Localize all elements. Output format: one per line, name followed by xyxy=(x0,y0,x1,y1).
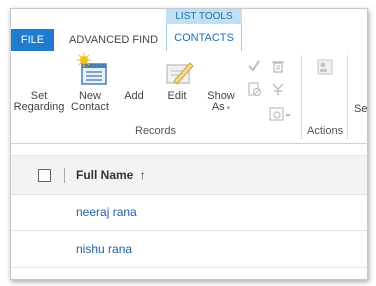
new-contact-button[interactable]: New Contact xyxy=(67,51,113,123)
partial-button-label[interactable]: Se xyxy=(354,103,367,115)
sort-ascending-icon: ↑ xyxy=(139,168,146,182)
set-regarding-label-line2: Regarding xyxy=(13,101,65,113)
contact-link[interactable]: neeraj rana xyxy=(76,205,137,219)
check-icon[interactable] xyxy=(247,59,261,78)
tab-file[interactable]: FILE xyxy=(11,29,54,51)
new-contact-icon xyxy=(75,51,107,91)
ribbon-commands: Set Regarding New Contact Add Edit Show … xyxy=(11,51,367,144)
ribbon-tab-bar: FILE ADVANCED FIND LIST TOOLS CONTACTS xyxy=(11,9,367,52)
show-as-button[interactable]: Show As ▾ xyxy=(203,51,239,123)
tab-contacts[interactable]: CONTACTS xyxy=(166,24,242,52)
add-label: Add xyxy=(124,90,144,102)
group-separator xyxy=(301,55,302,139)
edit-button[interactable]: Edit xyxy=(159,51,195,123)
column-divider xyxy=(64,168,65,183)
delete-icon[interactable] xyxy=(271,59,285,78)
tab-advanced-find[interactable]: ADVANCED FIND xyxy=(63,29,164,51)
quick-view-icon[interactable] xyxy=(269,107,291,128)
actions-group-label: Actions xyxy=(307,125,344,137)
group-separator-2 xyxy=(347,55,348,139)
set-regarding-button[interactable]: Set Regarding xyxy=(13,51,65,123)
table-row[interactable]: nishu rana xyxy=(11,231,367,268)
add-button[interactable]: Add xyxy=(117,51,151,123)
set-regarding-icon xyxy=(24,51,54,91)
actions-icon[interactable] xyxy=(317,59,333,80)
edit-icon xyxy=(162,51,194,91)
column-header-label: Full Name xyxy=(76,168,134,182)
chevron-down-icon: ▾ xyxy=(224,105,231,112)
ribbon-window: FILE ADVANCED FIND LIST TOOLS CONTACTS S… xyxy=(10,8,368,280)
add-icon xyxy=(119,51,149,91)
new-contact-label-line2: Contact xyxy=(71,101,109,113)
show-as-label-text: As xyxy=(211,101,225,113)
records-group-label: Records xyxy=(135,125,176,137)
edit-label: Edit xyxy=(167,90,187,102)
table-row[interactable]: neeraj rana xyxy=(11,194,367,231)
show-as-icon xyxy=(206,51,236,91)
select-all-checkbox[interactable] xyxy=(38,169,51,182)
grid-header: Full Name ↑ xyxy=(11,155,367,195)
context-tab-header: LIST TOOLS xyxy=(166,9,242,24)
deactivate-icon[interactable] xyxy=(247,82,262,101)
show-as-label-line2: As ▾ xyxy=(212,102,230,114)
merge-icon[interactable] xyxy=(271,82,285,101)
column-header-full-name[interactable]: Full Name ↑ xyxy=(76,168,146,182)
contact-link[interactable]: nishu rana xyxy=(76,242,132,256)
